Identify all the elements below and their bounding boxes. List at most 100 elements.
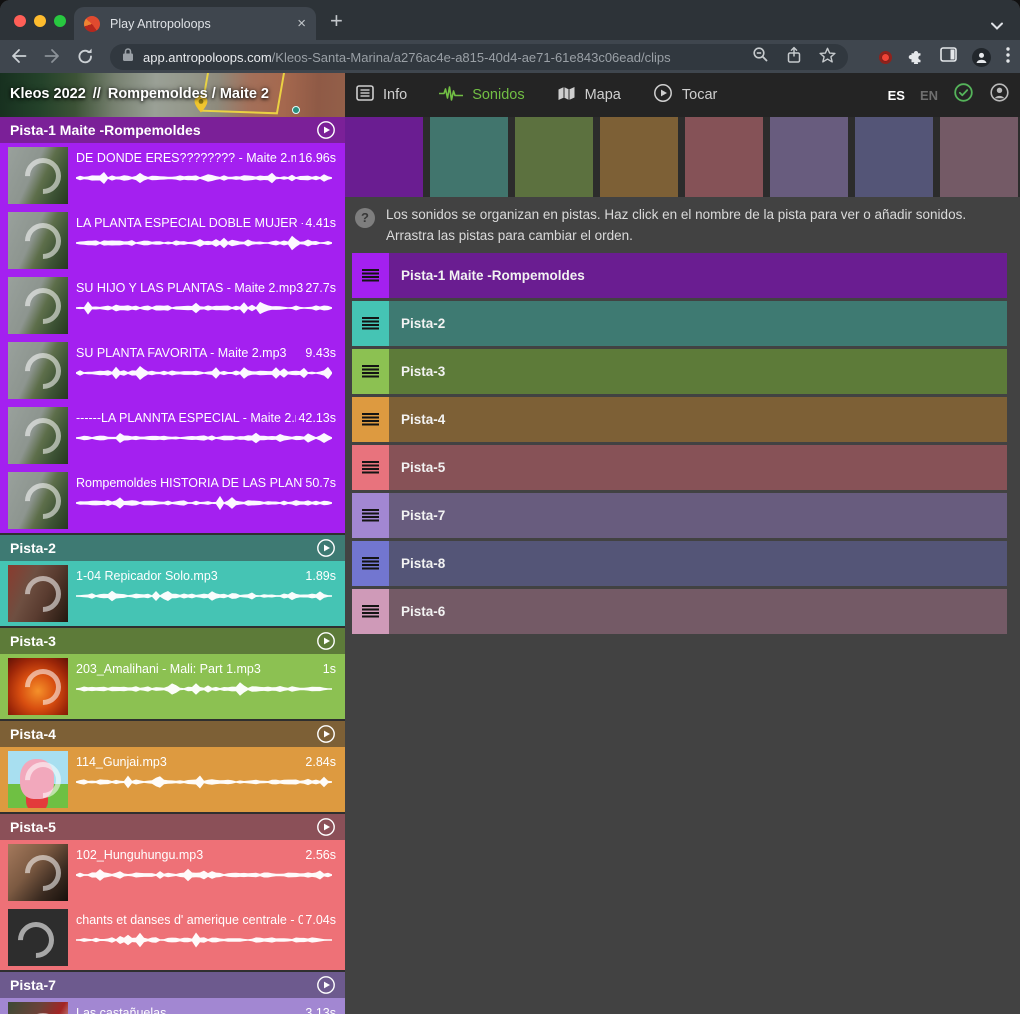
track-name: Pista-7 [10,977,316,993]
track-clips: 102_Hunguhungu.mp32.56schants et danses … [0,840,345,970]
share-icon[interactable] [786,46,802,69]
nav-item-label: Info [383,87,407,103]
track-row-body[interactable]: Pista-7 [389,493,1007,538]
track-clips: Las castañuelas3.13s [0,998,345,1014]
back-button[interactable] [8,46,29,71]
track-row[interactable]: Pista-2 [352,301,1007,346]
bookmark-star-icon[interactable] [819,47,836,68]
nav-item-tocar[interactable]: Tocar [653,83,717,107]
drag-handle[interactable] [352,589,389,634]
play-track-button[interactable] [316,631,336,651]
clip-meta: Rompemoldes HISTORIA DE LAS PLANTAS...50… [76,472,336,533]
clip-title-row: 203_Amalihani - Mali: Part 1.mp31s [76,662,336,676]
play-track-button[interactable] [316,724,336,744]
tab-strip: Play Antropoloops × + [0,0,1020,40]
clip-duration: 1.89s [305,569,336,583]
track-row-label: Pista-5 [401,460,445,475]
play-track-button[interactable] [316,120,336,140]
drag-handle[interactable] [352,349,389,394]
record-indicator-icon[interactable] [879,51,892,64]
track-row-body[interactable]: Pista-3 [389,349,1007,394]
track-row[interactable]: Pista-3 [352,349,1007,394]
clip-item[interactable]: 1-04 Repicador Solo.mp31.89s [0,561,345,626]
help-question-icon: ? [355,208,375,228]
track-row[interactable]: Pista-1 Maite -Rompemoldes [352,253,1007,298]
nav-item-mapa[interactable]: Mapa [557,86,621,105]
drag-handle[interactable] [352,493,389,538]
browser-window: Play Antropoloops × + app.antropoloops.c… [0,0,1020,1014]
lock-icon[interactable] [122,47,134,67]
track-row-body[interactable]: Pista-4 [389,397,1007,442]
forward-button[interactable] [42,46,63,71]
track-section: Pista-3 203_Amalihani - Mali: Part 1.mp31… [0,628,345,719]
clip-item[interactable]: chants et danses d' amerique centrale - … [0,905,345,970]
nav-item-sonidos[interactable]: Sonidos [439,86,524,105]
track-row-body[interactable]: Pista-8 [389,541,1007,586]
clip-name: SU PLANTA FAVORITA - Maite 2.mp3 [76,346,303,360]
browser-tab[interactable]: Play Antropoloops × [74,7,316,40]
drag-handle[interactable] [352,541,389,586]
track-header[interactable]: Pista-7 [0,972,345,998]
drag-handle[interactable] [352,253,389,298]
extensions-puzzle-icon[interactable] [907,46,925,69]
waveform [76,867,332,883]
track-header[interactable]: Pista-5 [0,814,345,840]
breadcrumb-project[interactable]: Kleos 2022 [10,86,86,102]
clip-item[interactable]: SU PLANTA FAVORITA - Maite 2.mp39.43s [0,338,345,403]
track-row[interactable]: Pista-7 [352,493,1007,538]
track-header[interactable]: Pista-4 [0,721,345,747]
track-row-label: Pista-8 [401,556,445,571]
profile-avatar[interactable] [972,48,991,67]
clip-item[interactable]: 114_Gunjai.mp32.84s [0,747,345,812]
clip-thumbnail [8,565,68,622]
clip-item[interactable]: LA PLANTA ESPECIAL DOBLE MUJER - Mai...4… [0,208,345,273]
close-window-button[interactable] [14,15,26,27]
tab-close-icon[interactable]: × [297,16,306,31]
track-row[interactable]: Pista-4 [352,397,1007,442]
track-header[interactable]: Pista-1 Maite -Rompemoldes [0,117,345,143]
map-thumbnail-header[interactable]: Kleos 2022//Rompemoldes / Maite 2 [0,73,345,117]
drag-handle[interactable] [352,301,389,346]
play-track-button[interactable] [316,538,336,558]
lang-es-button[interactable]: ES [888,88,905,103]
browser-menu-icon[interactable] [1006,47,1010,68]
zoom-icon[interactable] [752,46,769,68]
clip-item[interactable]: ------LA PLANNTA ESPECIAL - Maite 2.mp34… [0,403,345,468]
drag-handle[interactable] [352,445,389,490]
address-bar[interactable]: app.antropoloops.com/Kleos-Santa-Marina/… [110,44,848,70]
clip-duration: 7.04s [305,913,336,927]
clip-item[interactable]: Rompemoldes HISTORIA DE LAS PLANTAS...50… [0,468,345,533]
track-clips: 1-04 Repicador Solo.mp31.89s [0,561,345,626]
breadcrumb[interactable]: Kleos 2022//Rompemoldes / Maite 2 [10,86,269,102]
clip-duration: 1s [323,662,336,676]
clip-item[interactable]: SU HIJO Y LAS PLANTAS - Maite 2.mp327.7s [0,273,345,338]
sync-check-icon[interactable] [953,82,974,108]
clip-item[interactable]: 102_Hunguhungu.mp32.56s [0,840,345,905]
reload-button[interactable] [76,47,95,71]
track-row[interactable]: Pista-8 [352,541,1007,586]
track-header[interactable]: Pista-2 [0,535,345,561]
play-track-button[interactable] [316,975,336,995]
clip-item[interactable]: 203_Amalihani - Mali: Part 1.mp31s [0,654,345,719]
tocar-icon [653,83,673,107]
track-row-body[interactable]: Pista-5 [389,445,1007,490]
tab-search-chevron-icon[interactable] [990,17,1004,35]
maximize-window-button[interactable] [54,15,66,27]
track-row-body[interactable]: Pista-2 [389,301,1007,346]
track-row-body[interactable]: Pista-6 [389,589,1007,634]
track-row[interactable]: Pista-5 [352,445,1007,490]
clip-item[interactable]: Las castañuelas3.13s [0,998,345,1014]
track-row-body[interactable]: Pista-1 Maite -Rompemoldes [389,253,1007,298]
account-icon[interactable] [989,82,1010,108]
side-panel-icon[interactable] [940,47,957,67]
nav-item-info[interactable]: Info [356,85,407,105]
clip-item[interactable]: DE DONDE ERES???????? - Maite 2.mp316.96… [0,143,345,208]
track-row[interactable]: Pista-6 [352,589,1007,634]
play-track-button[interactable] [316,817,336,837]
track-header[interactable]: Pista-3 [0,628,345,654]
map-marker-dot [292,106,300,114]
drag-handle[interactable] [352,397,389,442]
lang-en-button[interactable]: EN [920,88,938,103]
new-tab-button[interactable]: + [330,8,343,34]
minimize-window-button[interactable] [34,15,46,27]
